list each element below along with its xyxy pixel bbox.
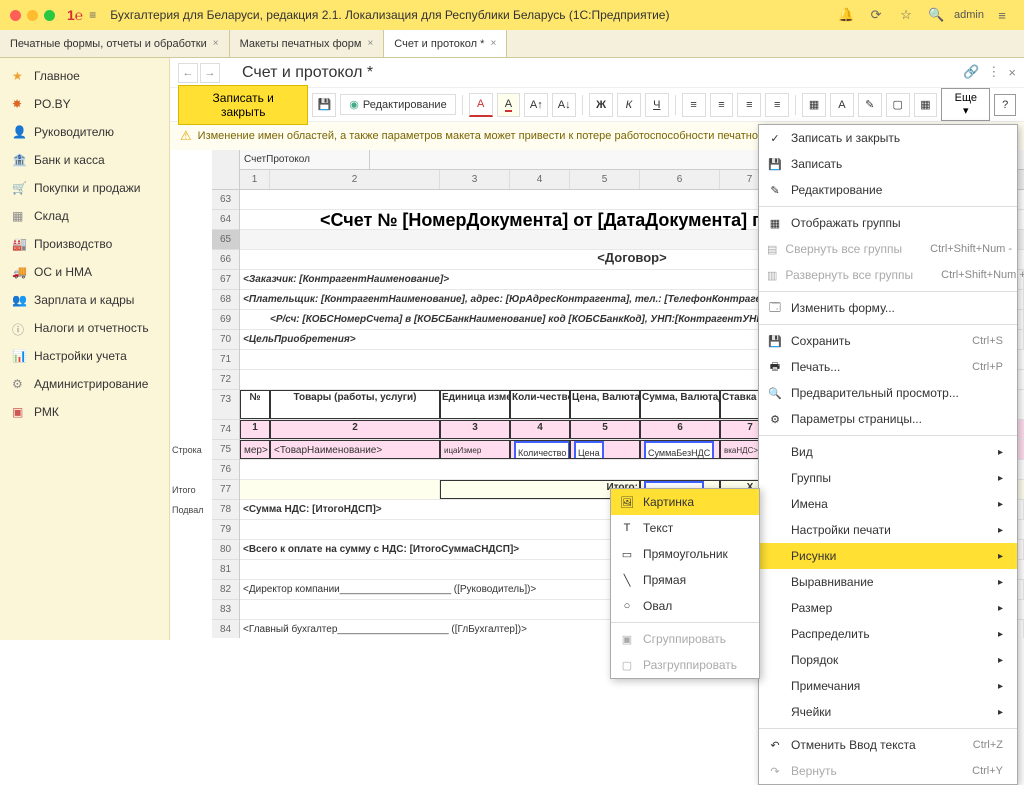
align-center-icon[interactable]: ≡ <box>710 93 734 117</box>
save-close-button[interactable]: Записать и закрыть <box>178 85 308 125</box>
menu-item[interactable]: Рисунки▸ <box>759 543 1017 569</box>
border-icon[interactable]: ▢ <box>886 93 910 117</box>
edit-toggle[interactable]: ◉Редактирование <box>340 94 455 115</box>
page-title: Счет и протокол * <box>242 64 373 82</box>
titlebar: 1℮ ≡ Бухгалтерия для Беларуси, редакция … <box>0 0 1024 30</box>
name-box[interactable]: СчетПротокол <box>240 150 370 169</box>
menu-item[interactable]: ⚙Параметры страницы... <box>759 406 1017 432</box>
align-right-icon[interactable]: ≡ <box>737 93 761 117</box>
sidebar-item[interactable]: 🚚ОС и НМА <box>0 258 169 286</box>
help-button[interactable]: ? <box>994 94 1016 116</box>
border-color-icon[interactable]: A <box>830 93 854 117</box>
bg-color-icon[interactable]: A <box>497 93 521 117</box>
close-icon[interactable]: × <box>1008 65 1016 80</box>
menu-item: ▥Развернуть все группыCtrl+Shift+Num + <box>759 262 1017 288</box>
align-justify-icon[interactable]: ≡ <box>765 93 789 117</box>
more-icon[interactable]: ⋮ <box>987 64 1000 80</box>
menu-item[interactable]: Порядок▸ <box>759 647 1017 673</box>
mac-close[interactable] <box>10 10 21 21</box>
star-icon[interactable]: ☆ <box>898 7 914 23</box>
tab-close-icon[interactable]: × <box>367 38 373 49</box>
tab-0[interactable]: Печатные формы, отчеты и обработки× <box>0 30 230 57</box>
grid-icon[interactable]: ▦ <box>914 93 938 117</box>
menu-item[interactable]: ↶Отменить Ввод текстаCtrl+Z <box>759 732 1017 758</box>
tab-2[interactable]: Счет и протокол *× <box>384 30 507 57</box>
font-inc-icon[interactable]: A↑ <box>524 93 548 117</box>
logo-1c: 1℮ <box>67 7 83 23</box>
menu-item[interactable]: 🔍Предварительный просмотр... <box>759 380 1017 406</box>
menu-item[interactable]: Ячейки▸ <box>759 699 1017 725</box>
sidebar-item[interactable]: 🏦Банк и касса <box>0 146 169 174</box>
menu-item[interactable]: ▭Прямоугольник <box>611 541 759 567</box>
user-label[interactable]: admin <box>954 9 984 21</box>
menu-item[interactable]: ✎Редактирование <box>759 177 1017 203</box>
menu-item[interactable]: ✓Записать и закрыть <box>759 125 1017 151</box>
sidebar-item[interactable]: 🛒Покупки и продажи <box>0 174 169 202</box>
history-icon[interactable]: ⟳ <box>868 7 884 23</box>
menu-item[interactable]: ╲Прямая <box>611 567 759 593</box>
menu-item[interactable]: TТекст <box>611 515 759 541</box>
menu-icon[interactable]: ≡ <box>89 8 96 22</box>
bell-icon[interactable]: 🔔 <box>838 7 854 23</box>
sidebar-item[interactable]: ⚙Администрирование <box>0 370 169 398</box>
menu-item[interactable]: 💾СохранитьCtrl+S <box>759 328 1017 354</box>
search-icon[interactable]: 🔍 <box>928 7 944 23</box>
menu-item[interactable]: 🖼Картинка <box>611 489 759 515</box>
menu-item: ↷ВернутьCtrl+Y <box>759 758 1017 784</box>
sidebar-item[interactable]: 👤Руководителю <box>0 118 169 146</box>
menu-item[interactable]: 🗔Изменить форму... <box>759 295 1017 321</box>
menu-item[interactable]: 💾Записать <box>759 151 1017 177</box>
nav-back[interactable]: ← <box>178 63 198 83</box>
mac-max[interactable] <box>44 10 55 21</box>
content: ← → Счет и протокол * 🔗 ⋮ × Записать и з… <box>170 58 1024 640</box>
menu-item[interactable]: Вид▸ <box>759 439 1017 465</box>
link-icon[interactable]: 🔗 <box>963 64 979 80</box>
italic-icon[interactable]: К <box>617 93 641 117</box>
align-left-icon[interactable]: ≡ <box>682 93 706 117</box>
menu-item[interactable]: 🖶Печать...Ctrl+P <box>759 354 1017 380</box>
sidebar-item[interactable]: 👥Зарплата и кадры <box>0 286 169 314</box>
pencil-icon[interactable]: ✎ <box>858 93 882 117</box>
menu-item: ▤Свернуть все группыCtrl+Shift+Num - <box>759 236 1017 262</box>
toolbar: Записать и закрыть 💾 ◉Редактирование A A… <box>170 88 1024 122</box>
hamburger-icon[interactable]: ≡ <box>994 7 1010 23</box>
font-color-icon[interactable]: A <box>469 93 493 117</box>
sidebar-item[interactable]: ▣РМК <box>0 398 169 426</box>
nav-fwd[interactable]: → <box>200 63 220 83</box>
tab-1[interactable]: Макеты печатных форм× <box>230 30 385 57</box>
underline-icon[interactable]: Ч <box>645 93 669 117</box>
tab-close-icon[interactable]: × <box>213 38 219 49</box>
menu-item[interactable]: Распределить▸ <box>759 621 1017 647</box>
warning-icon: ⚠ <box>180 128 192 144</box>
tab-close-icon[interactable]: × <box>490 38 496 49</box>
sidebar-item[interactable]: 🏭Производство <box>0 230 169 258</box>
menu-item[interactable]: Имена▸ <box>759 491 1017 517</box>
context-menu-main[interactable]: ✓Записать и закрыть💾Записать✎Редактирова… <box>758 124 1018 785</box>
menu-item[interactable]: Выравнивание▸ <box>759 569 1017 595</box>
sidebar-item[interactable]: 📊Настройки учета <box>0 342 169 370</box>
app-title: Бухгалтерия для Беларуси, редакция 2.1. … <box>110 8 669 22</box>
sidebar-item[interactable]: ▦Склад <box>0 202 169 230</box>
tabbar: Печатные формы, отчеты и обработки× Маке… <box>0 30 1024 58</box>
menu-item: ▣Сгруппировать <box>611 626 759 652</box>
sidebar-item[interactable]: ⓘНалоги и отчетность <box>0 314 169 342</box>
menu-item[interactable]: ▦Отображать группы <box>759 210 1017 236</box>
menu-item[interactable]: Настройки печати▸ <box>759 517 1017 543</box>
context-menu-drawings[interactable]: 🖼КартинкаTТекст▭Прямоугольник╲Прямая○Ова… <box>610 488 760 679</box>
sidebar: ★Главное ✸PO.BY 👤Руководителю 🏦Банк и ка… <box>0 58 170 640</box>
bold-icon[interactable]: Ж <box>589 93 613 117</box>
menu-item[interactable]: Размер▸ <box>759 595 1017 621</box>
menu-item[interactable]: ○Овал <box>611 593 759 619</box>
menu-item[interactable]: Примечания▸ <box>759 673 1017 699</box>
menu-item: ▢Разгруппировать <box>611 652 759 678</box>
menu-item[interactable]: Группы▸ <box>759 465 1017 491</box>
save-icon[interactable]: 💾 <box>312 93 336 117</box>
merge-icon[interactable]: ▦ <box>802 93 826 117</box>
sidebar-item[interactable]: ★Главное <box>0 62 169 90</box>
more-button[interactable]: Еще ▾ <box>941 88 990 121</box>
mac-min[interactable] <box>27 10 38 21</box>
sidebar-item[interactable]: ✸PO.BY <box>0 90 169 118</box>
font-dec-icon[interactable]: A↓ <box>552 93 576 117</box>
